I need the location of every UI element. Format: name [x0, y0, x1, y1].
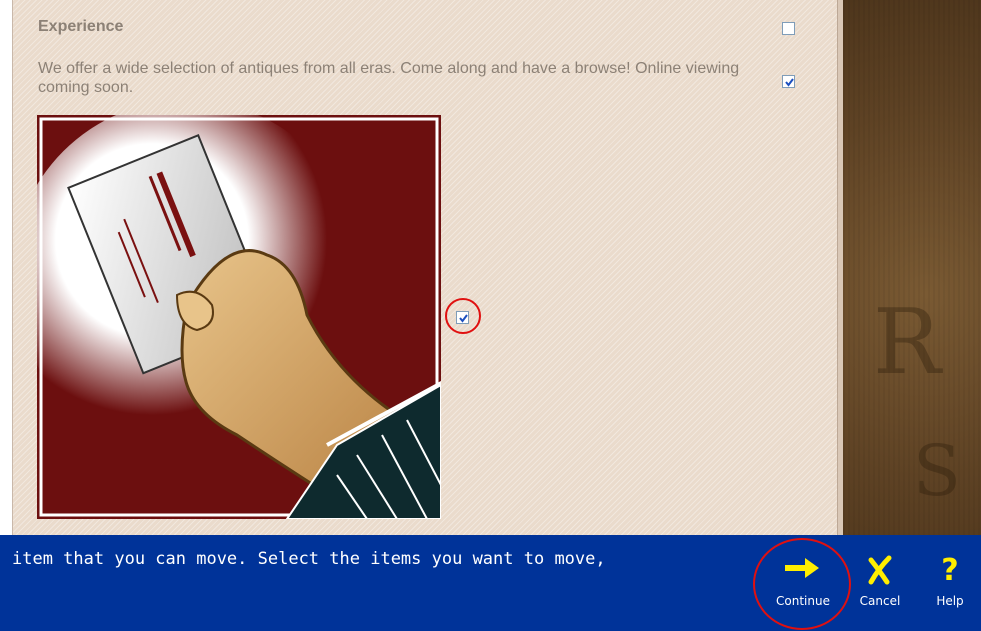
left-margin	[0, 0, 12, 535]
cancel-button[interactable]: Cancel	[851, 552, 909, 618]
continue-button[interactable]: Continue	[764, 552, 842, 618]
x-mark-icon	[868, 555, 892, 585]
section-description: We offer a wide selection of antiques fr…	[38, 60, 740, 96]
heading-checkbox[interactable]	[782, 22, 795, 35]
cancel-label: Cancel	[859, 594, 901, 608]
arrow-right-icon	[785, 558, 819, 578]
highlight-circle	[445, 298, 481, 334]
help-button[interactable]: ? Help	[925, 552, 975, 618]
description-checkbox[interactable]	[782, 75, 795, 88]
continue-label: Continue	[776, 594, 830, 608]
background-texture: R S	[843, 0, 981, 535]
section-heading: Experience	[38, 18, 124, 35]
business-card-image	[37, 115, 441, 519]
svg-text:?: ?	[941, 553, 958, 584]
help-label: Help	[936, 594, 964, 608]
instruction-text: item that you can move. Select the items…	[12, 549, 606, 569]
question-mark-icon: ?	[941, 553, 958, 584]
checkmark-icon	[785, 78, 794, 87]
